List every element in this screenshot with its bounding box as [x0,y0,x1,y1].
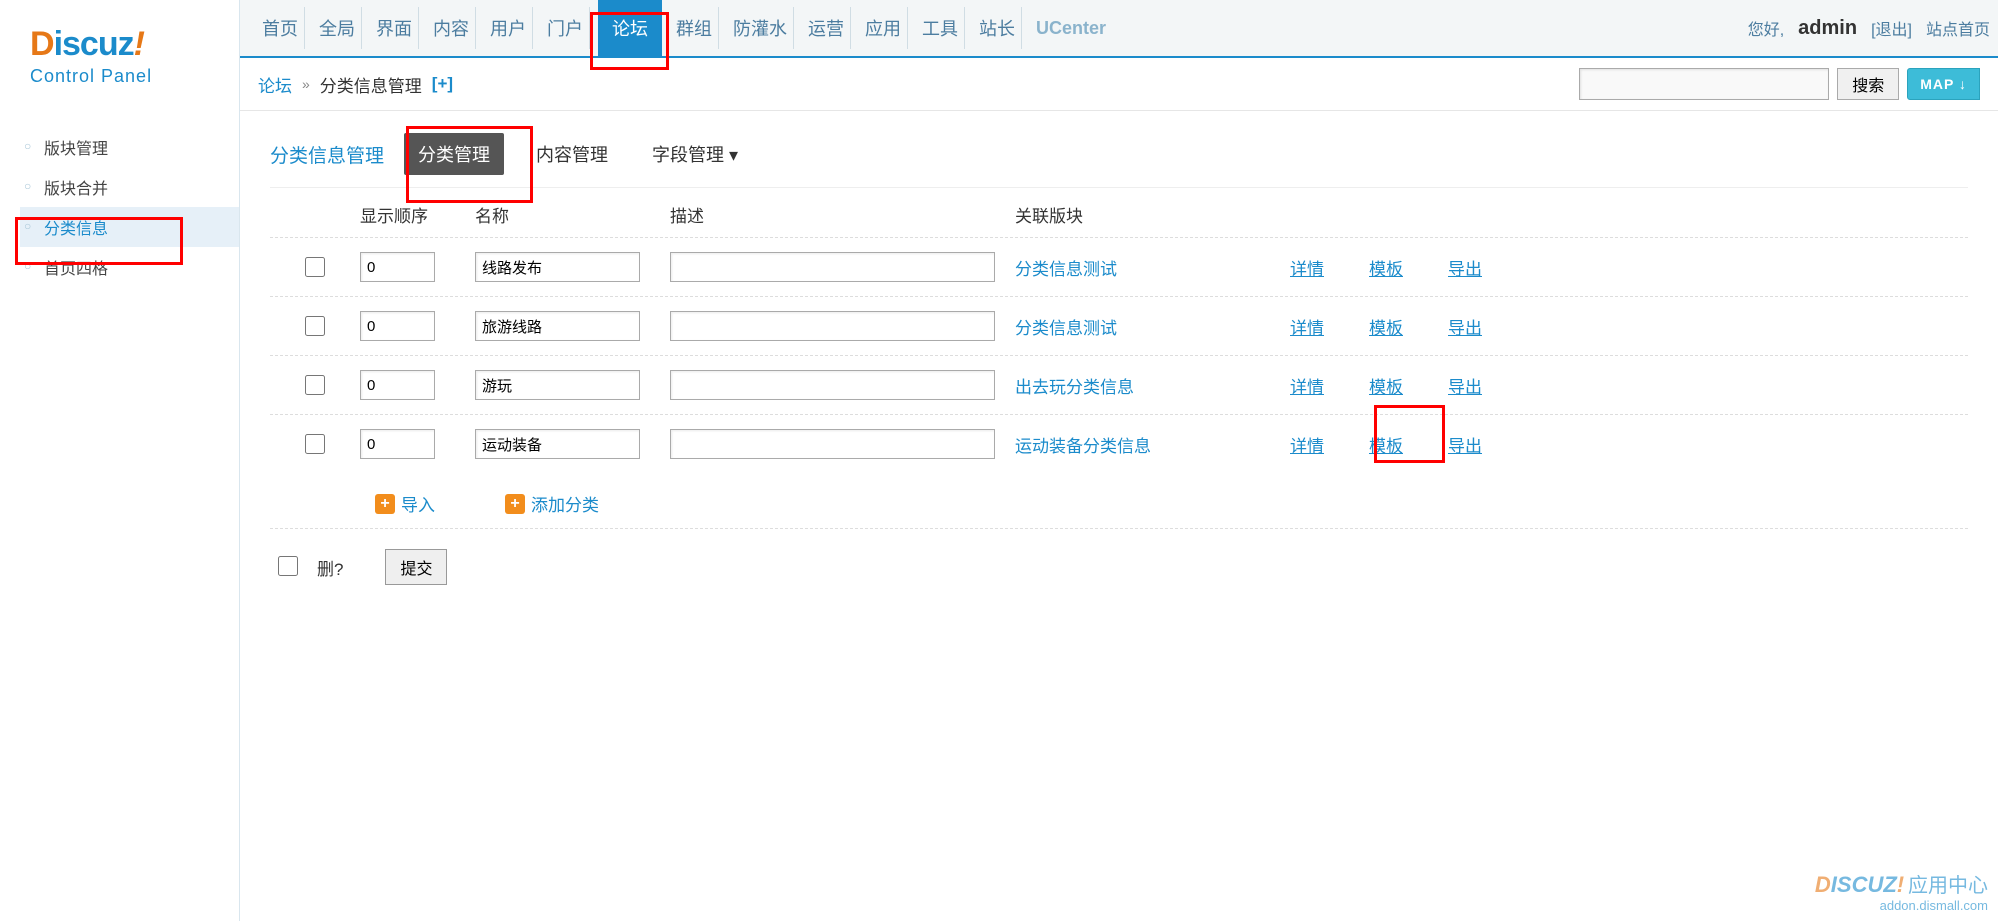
logo: Discuz! Control Panel [0,0,239,97]
topnav-ucenter[interactable]: UCenter [1030,10,1112,47]
order-input[interactable] [360,311,435,341]
table-row: 分类信息测试 详情 模板 导出 [270,296,1968,355]
row-checkbox[interactable] [305,257,325,277]
th-order: 显示顺序 [360,202,475,227]
plus-icon: + [375,494,395,514]
tab-category-manage[interactable]: 分类管理 [404,133,504,175]
breadcrumb-plus[interactable]: [+] [432,74,453,94]
top-nav: 首页 全局 界面 内容 用户 门户 论坛 群组 防灌水 运营 应用 工具 站长 … [240,0,1998,58]
template-link[interactable]: 模板 [1369,255,1403,280]
order-input[interactable] [360,252,435,282]
topnav-home[interactable]: 首页 [256,7,305,49]
submit-button[interactable]: 提交 [385,549,447,585]
desc-input[interactable] [670,429,995,459]
breadcrumb-bar: 论坛 » 分类信息管理 [+] 搜索 MAP ↓ [240,58,1998,111]
submit-row: 删? 提交 [270,529,1968,605]
topnav-admin[interactable]: 站长 [973,7,1022,49]
sidebar-item-forum-merge[interactable]: 版块合并 [20,167,239,207]
table-row: 运动装备分类信息 详情 模板 导出 [270,414,1968,473]
export-link[interactable]: 导出 [1448,255,1482,280]
breadcrumb-2: 分类信息管理 [320,72,422,97]
forum-link[interactable]: 分类信息测试 [1015,260,1117,279]
topnav-forum[interactable]: 论坛 [598,0,662,57]
detail-link[interactable]: 详情 [1290,432,1324,457]
topnav-tool[interactable]: 工具 [916,7,965,49]
export-link[interactable]: 导出 [1448,373,1482,398]
below-actions: + 导入 + 添加分类 [270,473,1968,529]
sidebar: Discuz! Control Panel 版块管理 版块合并 分类信息 首页四… [0,0,240,921]
main-content: 首页 全局 界面 内容 用户 门户 论坛 群组 防灌水 运营 应用 工具 站长 … [240,0,1998,921]
delete-label: 删? [317,555,343,580]
name-input[interactable] [475,311,640,341]
site-home-link[interactable]: 站点首页 [1926,16,1990,40]
table-row: 分类信息测试 详情 模板 导出 [270,237,1968,296]
th-desc: 描述 [670,202,1015,227]
import-link[interactable]: + 导入 [375,491,435,516]
sidebar-item-category-info[interactable]: 分类信息 [20,207,239,247]
order-input[interactable] [360,429,435,459]
section-tabs: 分类信息管理 分类管理 内容管理 字段管理 ▾ [240,111,1998,187]
row-checkbox[interactable] [305,316,325,336]
search-box: 搜索 MAP ↓ [1579,68,1980,100]
sidebar-item-home-grid[interactable]: 首页四格 [20,247,239,287]
name-input[interactable] [475,252,640,282]
delete-checkbox[interactable] [278,556,298,576]
topnav-operate[interactable]: 运营 [802,7,851,49]
template-link[interactable]: 模板 [1369,432,1403,457]
table-header: 显示顺序 名称 描述 关联版块 [270,187,1968,237]
topnav-antispam[interactable]: 防灌水 [727,7,794,49]
name-input[interactable] [475,370,640,400]
template-link[interactable]: 模板 [1369,373,1403,398]
table-row: 出去玩分类信息 详情 模板 导出 [270,355,1968,414]
th-forum: 关联版块 [1015,202,1280,227]
desc-input[interactable] [670,370,995,400]
detail-link[interactable]: 详情 [1290,373,1324,398]
category-table: 显示顺序 名称 描述 关联版块 分类信息测试 详情 模板 导出 [240,187,1998,605]
order-input[interactable] [360,370,435,400]
topnav-app[interactable]: 应用 [859,7,908,49]
export-link[interactable]: 导出 [1448,432,1482,457]
sidebar-nav: 版块管理 版块合并 分类信息 首页四格 [0,127,239,287]
name-input[interactable] [475,429,640,459]
topnav-portal[interactable]: 门户 [541,7,590,49]
tab-field-manage[interactable]: 字段管理 ▾ [640,135,750,173]
top-right: 您好, admin [退出] 站点首页 [1748,16,1998,40]
breadcrumb-1[interactable]: 论坛 [258,72,292,97]
greeting-label: 您好, [1748,16,1784,40]
forum-link[interactable]: 运动装备分类信息 [1015,437,1151,456]
template-link[interactable]: 模板 [1369,314,1403,339]
breadcrumb-sep: » [302,76,310,92]
search-button[interactable]: 搜索 [1837,68,1899,100]
desc-input[interactable] [670,252,995,282]
logout-link[interactable]: [退出] [1871,16,1912,40]
current-user: admin [1798,17,1857,40]
forum-link[interactable]: 分类信息测试 [1015,319,1117,338]
forum-link[interactable]: 出去玩分类信息 [1015,378,1134,397]
watermark: DISCUZ! 应用中心 addon.dismall.com [1815,869,1988,913]
plus-icon: + [505,494,525,514]
export-link[interactable]: 导出 [1448,314,1482,339]
add-category-link[interactable]: + 添加分类 [505,491,599,516]
detail-link[interactable]: 详情 [1290,314,1324,339]
map-button[interactable]: MAP ↓ [1907,68,1980,100]
row-checkbox[interactable] [305,375,325,395]
sidebar-item-forum-manage[interactable]: 版块管理 [20,127,239,167]
topnav-group[interactable]: 群组 [670,7,719,49]
topnav-global[interactable]: 全局 [313,7,362,49]
logo-subtitle: Control Panel [30,66,239,87]
section-title: 分类信息管理 [270,141,384,168]
th-name: 名称 [475,202,670,227]
desc-input[interactable] [670,311,995,341]
search-input[interactable] [1579,68,1829,100]
topnav-content[interactable]: 内容 [427,7,476,49]
detail-link[interactable]: 详情 [1290,255,1324,280]
topnav-ui[interactable]: 界面 [370,7,419,49]
tab-content-manage[interactable]: 内容管理 [524,135,620,173]
row-checkbox[interactable] [305,434,325,454]
topnav-user[interactable]: 用户 [484,7,533,49]
